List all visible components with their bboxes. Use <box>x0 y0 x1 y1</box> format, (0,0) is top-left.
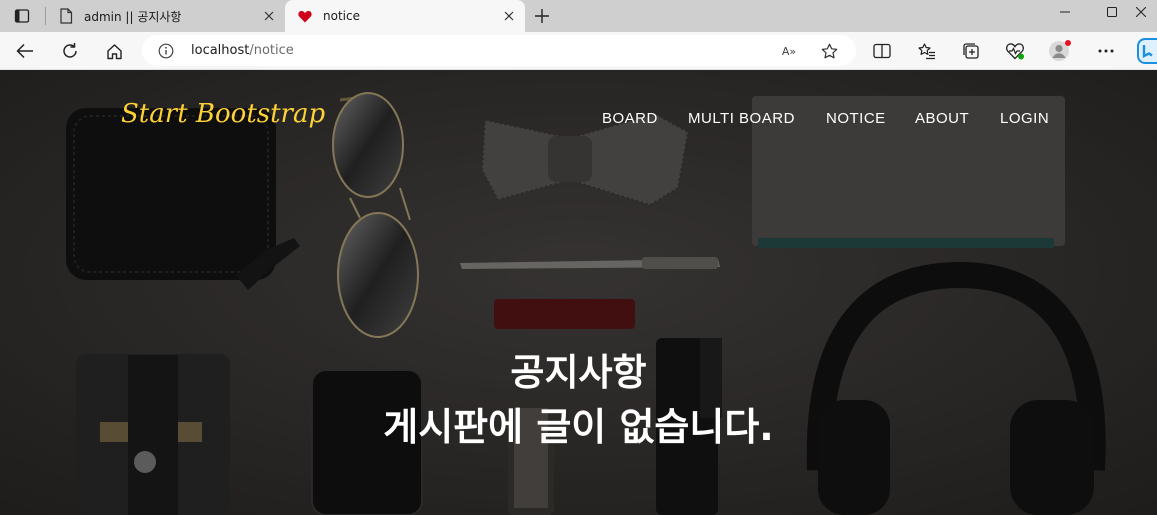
nav-link-about[interactable]: ABOUT <box>915 110 969 127</box>
nav-link-login[interactable]: LOGIN <box>1000 110 1049 127</box>
heartbeat-icon <box>1006 43 1024 60</box>
favorites-button[interactable] <box>912 36 942 66</box>
tab-title: notice <box>323 9 360 23</box>
page-viewport: Start Bootstrap BOARD MULTI BOARD NOTICE… <box>0 70 1157 515</box>
nav-link-notice[interactable]: NOTICE <box>826 110 886 127</box>
browser-essentials-button[interactable] <box>1000 36 1030 66</box>
close-icon[interactable] <box>497 4 521 28</box>
copilot-button[interactable] <box>1136 36 1157 66</box>
nav-link-board[interactable]: BOARD <box>602 110 658 127</box>
close-window-button[interactable] <box>1136 0 1157 24</box>
tab-strip: admin || 공지사항 notice <box>0 0 1157 32</box>
browser-toolbar: localhost/notice A» <box>0 32 1157 70</box>
tab-actions-icon <box>14 9 30 23</box>
page-title: 공지사항 <box>510 351 647 394</box>
info-icon[interactable] <box>156 41 176 61</box>
maximize-button[interactable] <box>1089 0 1135 24</box>
refresh-button[interactable] <box>55 36 85 66</box>
close-icon[interactable] <box>257 4 281 28</box>
tab-actions-button[interactable] <box>0 0 44 32</box>
tab-admin-notice[interactable]: admin || 공지사항 <box>46 0 285 32</box>
refresh-icon <box>63 43 77 58</box>
collections-button[interactable] <box>956 36 986 66</box>
page-icon <box>58 8 74 24</box>
close-icon <box>1136 7 1146 17</box>
home-button[interactable] <box>99 36 129 66</box>
nav-link-multi-board[interactable]: MULTI BOARD <box>688 110 795 127</box>
url-text[interactable]: localhost/notice <box>191 43 294 58</box>
favorite-star-icon[interactable] <box>818 40 840 62</box>
tab-title: admin || 공지사항 <box>84 9 182 24</box>
new-tab-button[interactable] <box>529 3 555 29</box>
empty-board-message: 게시판에 글이 없습니다. <box>383 405 774 449</box>
read-aloud-icon[interactable]: A» <box>778 40 800 62</box>
avatar-icon <box>1049 40 1071 61</box>
split-screen-button[interactable] <box>867 36 897 66</box>
collections-icon <box>963 43 979 59</box>
maximize-icon <box>1107 7 1117 17</box>
copilot-icon <box>1137 38 1157 64</box>
back-arrow-icon <box>16 43 33 59</box>
minimize-icon <box>1060 11 1070 13</box>
favorites-list-icon <box>918 42 935 59</box>
url-path: /notice <box>249 43 294 58</box>
split-screen-icon <box>873 43 891 59</box>
site-brand[interactable]: Start Bootstrap <box>121 99 325 129</box>
minimize-button[interactable] <box>1042 0 1088 24</box>
home-icon <box>106 43 122 59</box>
plus-icon <box>535 9 549 23</box>
address-bar[interactable]: localhost/notice A» <box>142 35 856 66</box>
tab-notice[interactable]: notice <box>285 0 525 32</box>
profile-button[interactable] <box>1045 36 1075 66</box>
back-button[interactable] <box>10 36 40 66</box>
url-host: localhost <box>191 43 250 58</box>
heart-icon <box>297 8 313 24</box>
more-dots-icon <box>1098 49 1114 53</box>
settings-menu-button[interactable] <box>1091 36 1121 66</box>
